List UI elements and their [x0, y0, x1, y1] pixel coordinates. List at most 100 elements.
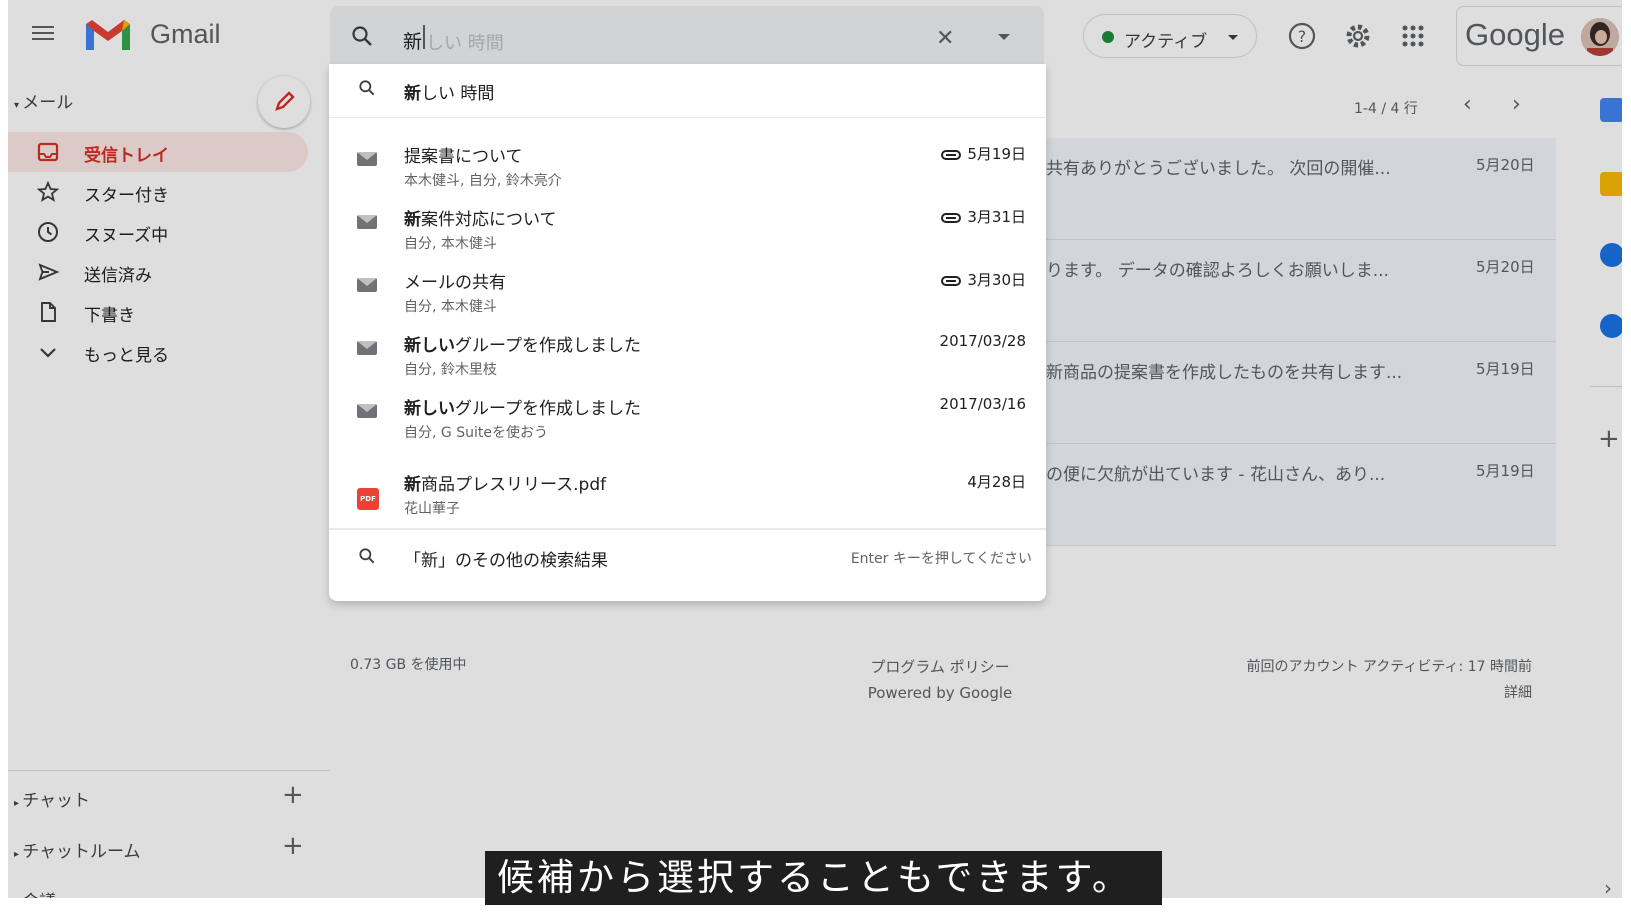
email-date: 5月19日	[1476, 462, 1535, 480]
file-result-item[interactable]: PDF 新商品プレスリリース.pdf 花山華子 4月28日	[329, 458, 1046, 524]
main-menu-icon[interactable]	[32, 22, 58, 46]
sidebar-item-label: 受信トレイ	[84, 146, 169, 166]
caret-right-icon: ▸	[14, 849, 23, 860]
search-options-icon[interactable]	[998, 34, 1010, 40]
result-title: 案件対応について	[421, 210, 557, 230]
result-date: 3月30日	[967, 271, 1026, 289]
result-title: 提案書について	[404, 147, 523, 167]
status-selector[interactable]: アクティブ	[1083, 14, 1257, 58]
search-icon	[359, 548, 375, 564]
sidebar-item-snoozed[interactable]: スヌーズ中	[8, 212, 308, 252]
search-icon[interactable]	[350, 24, 374, 48]
result-participants: 本木健斗, 自分, 鈴木亮介	[404, 173, 562, 189]
result-item[interactable]: 新しいグループを作成しました 自分, 鈴木里枝 2017/03/28	[329, 319, 1046, 385]
sidebar-item-drafts[interactable]: 下書き	[8, 292, 308, 332]
email-snippet: ります。 データの確認よろしくお願いしま...	[1046, 261, 1389, 281]
chevron-down-icon	[40, 348, 56, 358]
pencil-icon	[275, 91, 295, 111]
mail-icon	[357, 152, 377, 166]
result-date: 5月19日	[967, 145, 1026, 163]
result-title-match: 新しい	[404, 336, 455, 356]
frame-border	[0, 0, 8, 918]
pdf-icon: PDF	[357, 488, 379, 510]
suggestion-rest: しい 時間	[421, 84, 495, 104]
star-icon	[36, 180, 60, 202]
sidebar-item-starred[interactable]: スター付き	[8, 172, 308, 212]
account-activity: 前回のアカウント アクティビティ: 17 時間前 詳細	[1180, 654, 1532, 706]
send-icon	[38, 263, 60, 281]
result-title: グループを作成しました	[455, 336, 641, 356]
contacts-icon[interactable]	[1600, 314, 1624, 338]
result-title: メールの共有	[404, 273, 506, 293]
search-suggestion[interactable]: 新しい 時間	[329, 64, 1046, 118]
chatroom-section[interactable]: ▸ チャットルーム +	[14, 831, 304, 862]
program-policy-link[interactable]: プログラム ポリシー	[860, 654, 1020, 680]
divider	[1590, 386, 1622, 387]
inbox-icon	[37, 142, 59, 162]
text-cursor	[423, 25, 425, 49]
keep-icon[interactable]	[1600, 172, 1624, 196]
add-chatroom-icon[interactable]: +	[282, 831, 304, 861]
frame-border	[1622, 0, 1631, 918]
chevron-left-icon[interactable]: ‹	[1463, 92, 1472, 117]
tasks-icon[interactable]	[1600, 243, 1624, 267]
sidebar-item-label: スター付き	[84, 186, 169, 206]
sidebar-item-label: スヌーズ中	[84, 226, 169, 246]
suggestion-match: 新	[404, 84, 421, 104]
apps-grid-icon[interactable]	[1395, 18, 1431, 54]
mail-icon	[357, 404, 377, 418]
mail-section-label: メール	[22, 93, 74, 113]
svg-text:?: ?	[1298, 27, 1307, 46]
result-item[interactable]: メールの共有 自分, 本木健斗 3月30日	[329, 256, 1046, 322]
more-results-label: 「新」のその他の検索結果	[404, 551, 608, 571]
storage-usage: 0.73 GB を使用中	[350, 657, 467, 673]
sidebar-item-inbox[interactable]: 受信トレイ	[8, 132, 308, 172]
result-participants: 自分, G Suiteを使おう	[404, 425, 548, 441]
mail-section-header[interactable]: ▾ メール	[14, 88, 73, 113]
draft-icon	[41, 302, 56, 322]
chevron-right-icon[interactable]: ›	[1604, 876, 1612, 900]
chevron-right-icon[interactable]: ›	[1512, 92, 1521, 117]
result-title: 商品プレスリリース.pdf	[421, 475, 607, 495]
app-name: Gmail	[150, 19, 221, 49]
more-search-results[interactable]: 「新」のその他の検索結果 Enter キーを押してください	[329, 530, 1046, 580]
details-link[interactable]: 詳細	[1180, 680, 1532, 706]
sidebar-item-more[interactable]: もっと見る	[8, 332, 308, 372]
last-activity-text: 前回のアカウント アクティビティ: 17 時間前	[1246, 659, 1532, 675]
add-chat-icon[interactable]: +	[282, 780, 304, 810]
chat-section[interactable]: ▸ チャット +	[14, 780, 304, 811]
result-title: グループを作成しました	[455, 399, 641, 419]
account-switcher[interactable]: Google	[1456, 6, 1628, 66]
help-icon[interactable]: ?	[1284, 18, 1320, 54]
add-addon-icon[interactable]: +	[1598, 424, 1620, 454]
sidebar-item-sent[interactable]: 送信済み	[8, 252, 308, 292]
search-icon	[359, 80, 375, 96]
result-participants: 自分, 本木健斗	[404, 236, 497, 252]
email-date: 5月20日	[1476, 156, 1535, 174]
email-snippet: 新商品の提案書を作成したものを共有します...	[1046, 363, 1403, 383]
video-caption: 候補から選択することもできます。	[485, 851, 1162, 905]
result-item[interactable]: 新案件対応について 自分, 本木健斗 3月31日	[329, 193, 1046, 259]
powered-by-google: Powered by Google	[867, 684, 1013, 702]
caret-down-icon	[1228, 35, 1238, 40]
result-date: 4月28日	[967, 473, 1026, 491]
settings-gear-icon[interactable]	[1340, 18, 1376, 54]
result-item[interactable]: 新しいグループを作成しました 自分, G Suiteを使おう 2017/03/1…	[329, 382, 1046, 448]
compose-button[interactable]	[258, 76, 310, 128]
attachment-icon	[941, 149, 962, 160]
result-title-match: 新	[404, 475, 421, 495]
search-bar[interactable]: 新 しい 時間 ✕	[330, 6, 1044, 66]
avatar[interactable]	[1581, 18, 1619, 56]
email-date: 5月19日	[1476, 360, 1535, 378]
search-input-value[interactable]: 新	[403, 27, 422, 54]
sidebar-item-label: 送信済み	[84, 266, 152, 286]
gmail-logo-icon[interactable]	[84, 16, 132, 54]
email-snippet: 共有ありがとうございました。 次回の開催...	[1046, 159, 1391, 179]
caret-right-icon: ▸	[14, 798, 23, 809]
attachment-icon	[941, 275, 962, 286]
clear-search-icon[interactable]: ✕	[936, 26, 954, 51]
chat-section-label: チャット	[22, 791, 91, 811]
mail-icon	[357, 215, 377, 229]
calendar-icon[interactable]	[1600, 98, 1624, 122]
result-item[interactable]: 提案書について 本木健斗, 自分, 鈴木亮介 5月19日	[329, 130, 1046, 196]
